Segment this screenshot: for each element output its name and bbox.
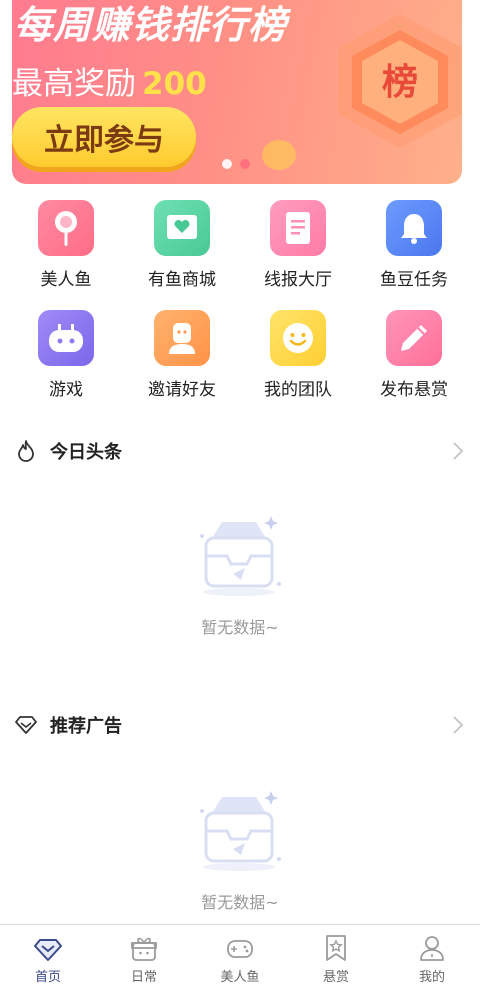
star-badge-icon <box>326 935 346 961</box>
carousel-dot[interactable] <box>222 159 232 169</box>
tab-label: 我的 <box>418 970 445 985</box>
headlines-header[interactable]: 今日头条 <box>14 436 466 466</box>
section-title: 推荐广告 <box>50 716 122 737</box>
ads-empty-state: 暂无数据~ <box>0 785 480 913</box>
feature-grid: 美人鱼 有鱼商城 线报大厅 鱼豆任务 游戏 邀请好友 我的团队 发布悬赏 <box>8 200 472 400</box>
tab-mermaid[interactable]: 美人鱼 <box>192 925 288 988</box>
tab-label: 首页 <box>34 970 61 985</box>
banner-reward: 最高奖励 200 <box>12 58 207 103</box>
banner-title: 每周赚钱排行榜 <box>14 3 288 47</box>
gamepad-icon <box>38 310 94 366</box>
grid-label: 邀请好友 <box>148 380 216 400</box>
tab-mine[interactable]: 我的 <box>384 925 480 988</box>
grid-item-post-bounty[interactable]: 发布悬赏 <box>356 310 472 400</box>
carousel-dot-active[interactable] <box>240 159 250 169</box>
tab-home[interactable]: 首页 <box>0 925 96 988</box>
badge-text: 榜 <box>382 62 418 103</box>
empty-text: 暂无数据~ <box>201 618 279 637</box>
grid-item-deals[interactable]: 线报大厅 <box>240 200 356 290</box>
grid-label: 发布悬赏 <box>380 380 448 400</box>
chevron-right-icon[interactable] <box>450 714 466 736</box>
carousel-indicator <box>222 159 250 169</box>
flame-icon <box>14 439 38 463</box>
join-now-button[interactable]: 立即参与 <box>12 107 196 167</box>
game-controller-icon <box>227 940 253 958</box>
smiley-icon <box>270 310 326 366</box>
person-icon <box>154 310 210 366</box>
home-diamond-icon <box>34 939 62 961</box>
ranking-badge-icon: 榜 <box>338 14 462 148</box>
tab-label: 美人鱼 <box>220 970 260 985</box>
grid-item-games[interactable]: 游戏 <box>8 310 124 400</box>
grid-label: 线报大厅 <box>264 270 332 290</box>
grid-item-invite[interactable]: 邀请好友 <box>124 310 240 400</box>
section-title: 今日头条 <box>50 442 122 463</box>
grid-label: 鱼豆任务 <box>380 270 448 290</box>
empty-inbox-icon <box>200 516 281 596</box>
user-icon <box>420 936 444 961</box>
headlines-empty-state: 暂无数据~ <box>0 510 480 638</box>
empty-text: 暂无数据~ <box>201 893 279 912</box>
grid-label: 我的团队 <box>264 380 332 400</box>
gift-box-icon <box>131 937 157 961</box>
grid-item-tasks[interactable]: 鱼豆任务 <box>356 200 472 290</box>
grid-item-mermaid[interactable]: 美人鱼 <box>8 200 124 290</box>
tab-label: 日常 <box>130 970 157 985</box>
decor-blob <box>262 140 296 170</box>
document-icon <box>270 200 326 256</box>
tab-label: 悬赏 <box>322 970 349 985</box>
tab-bounty[interactable]: 悬赏 <box>288 925 384 988</box>
grid-label: 美人鱼 <box>40 270 92 290</box>
pencil-icon <box>386 310 442 366</box>
diamond-icon <box>14 713 38 737</box>
bottom-tab-bar: 首页 日常 美人鱼 悬赏 我的 <box>0 924 480 988</box>
chevron-right-icon[interactable] <box>450 440 466 462</box>
lollipop-icon <box>38 200 94 256</box>
grid-item-mall[interactable]: 有鱼商城 <box>124 200 240 290</box>
grid-item-team[interactable]: 我的团队 <box>240 310 356 400</box>
tab-daily[interactable]: 日常 <box>96 925 192 988</box>
empty-inbox-icon <box>200 791 281 871</box>
reward-value: 200 <box>142 66 207 102</box>
reward-prefix: 最高奖励 <box>12 66 136 102</box>
grid-label: 有鱼商城 <box>148 270 216 290</box>
ads-header[interactable]: 推荐广告 <box>14 710 466 740</box>
bell-icon <box>386 200 442 256</box>
grid-label: 游戏 <box>49 380 83 400</box>
heart-frame-icon <box>154 200 210 256</box>
promo-banner[interactable]: 每周赚钱排行榜 最高奖励 200 立即参与 榜 <box>12 0 462 184</box>
